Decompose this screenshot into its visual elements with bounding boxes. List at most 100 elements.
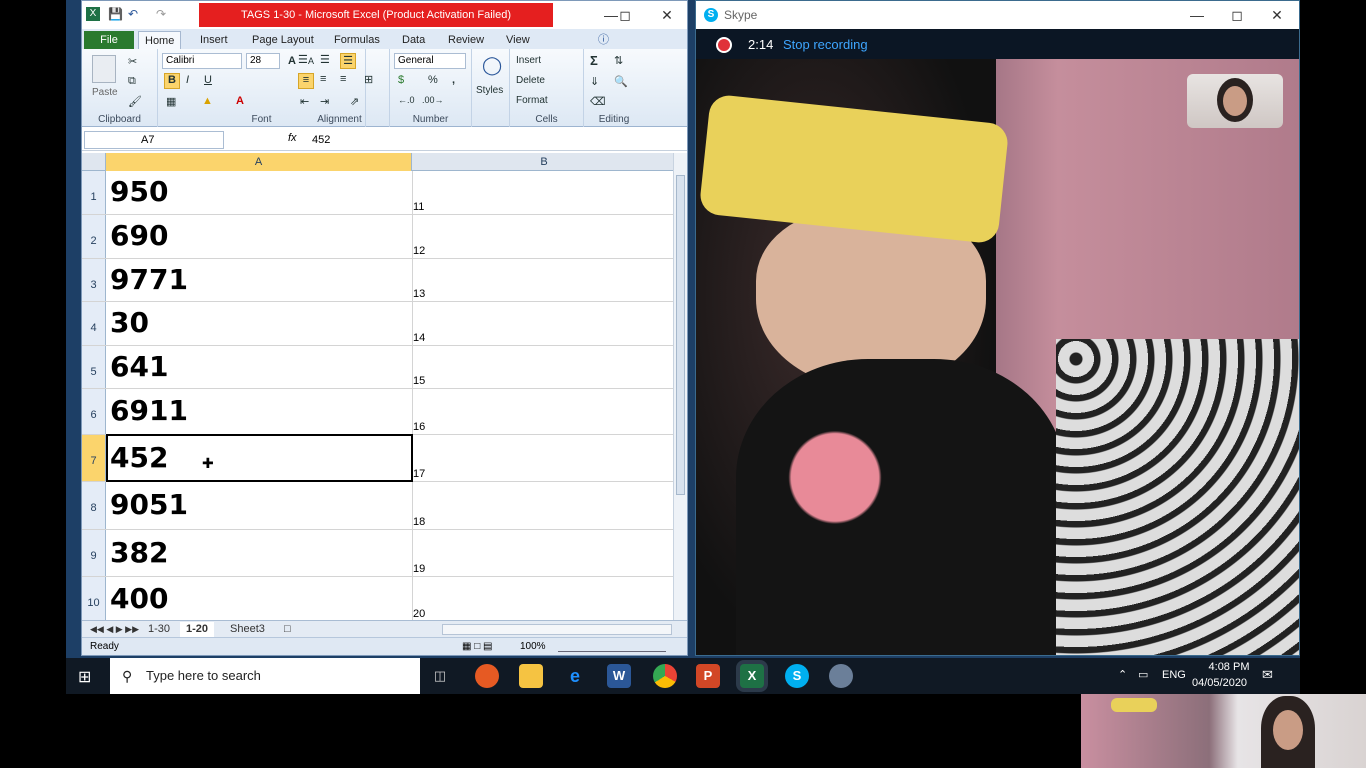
horizontal-scrollbar[interactable] [442,624,672,635]
zoom-level[interactable]: 100% [520,638,546,656]
tab-page-layout[interactable]: Page Layout [246,31,320,49]
align-left-icon[interactable]: ≡ [298,73,314,89]
tab-insert[interactable]: Insert [194,31,234,49]
row-header[interactable]: 7 [82,435,106,481]
firefox-icon[interactable] [475,664,499,688]
new-sheet-icon[interactable]: □ [278,622,297,637]
edge-icon[interactable]: e [563,664,587,688]
borders-icon[interactable]: ▦ [166,95,176,108]
fx-button[interactable]: fx [288,132,297,144]
word-icon[interactable]: W [607,664,631,688]
record-icon[interactable] [716,37,732,53]
tab-home[interactable]: Home [138,31,182,49]
sheet-nav-icon[interactable]: ◀◀ ◀ ▶ ▶▶ [84,622,145,637]
skype-close-icon[interactable]: ✕ [1262,5,1292,25]
comma-button[interactable]: , [452,74,455,86]
row-header[interactable]: 4 [82,302,106,345]
scrollbar-thumb[interactable] [676,175,685,495]
sheet-tab-sheet3[interactable]: Sheet3 [224,622,271,637]
fill-color-icon[interactable]: ▲ [202,95,213,107]
row-header[interactable]: 10 [82,577,106,620]
select-all-corner[interactable] [82,153,106,171]
cell-b[interactable]: 17 [413,468,425,480]
excel-icon[interactable]: X [740,664,764,688]
tab-data[interactable]: Data [396,31,431,49]
cell-a[interactable]: 30 [110,306,149,339]
file-explorer-icon[interactable] [519,664,543,688]
cell-a[interactable]: 9051 [110,488,188,521]
row-header[interactable]: 6 [82,389,106,434]
battery-icon[interactable]: ▭ [1138,668,1148,681]
decrease-indent-icon[interactable]: ⇤ [300,95,309,108]
row-header[interactable]: 5 [82,346,106,388]
sheet-tab-1-20[interactable]: 1-20 [180,622,215,637]
increase-indent-icon[interactable]: ⇥ [320,95,329,108]
tab-view[interactable]: View [500,31,536,49]
redo-icon[interactable]: ↷ [156,7,166,21]
cell-b[interactable]: 19 [413,563,425,575]
fill-icon[interactable]: ⇓ [590,75,599,88]
orientation-icon[interactable]: ⇗ [350,95,359,108]
find-select-icon[interactable]: 🔍 [614,75,628,88]
skype-maximize-icon[interactable]: ◻ [1222,5,1252,25]
notifications-icon[interactable]: ✉ [1262,667,1273,683]
powerpoint-icon[interactable]: P [696,664,720,688]
clock-time[interactable]: 4:08 PM [1204,661,1254,673]
font-name-select[interactable]: Calibri [162,53,242,69]
percent-button[interactable]: % [428,74,438,86]
row-header[interactable]: 1 [82,171,106,214]
cell-a[interactable]: 690 [110,219,168,252]
tab-review[interactable]: Review [442,31,490,49]
styles-icon[interactable]: ◯ [482,55,502,76]
font-size-select[interactable]: 28 [246,53,280,69]
show-hidden-icons-icon[interactable]: ⌃ [1118,668,1127,681]
row-header[interactable]: 9 [82,530,106,576]
cell-b[interactable]: 13 [413,288,425,300]
number-format-select[interactable]: General [394,53,466,69]
clock-date[interactable]: 04/05/2020 [1192,677,1247,689]
row-header[interactable]: 3 [82,259,106,301]
align-right-icon[interactable]: ≡ [340,73,346,85]
row-header[interactable]: 2 [82,215,106,258]
formula-input[interactable]: 452 [308,131,678,149]
language-indicator[interactable]: ENG [1162,669,1186,681]
maximize-icon[interactable]: ◻ [610,5,640,25]
clear-icon[interactable]: ⌫ [590,95,606,108]
cut-icon[interactable]: ✂ [128,55,137,68]
cell-a[interactable]: 400 [110,582,168,615]
help-icon[interactable]: ⓘ [592,31,615,49]
bold-button[interactable]: B [164,73,180,89]
align-bottom-icon[interactable]: ☰ [340,53,356,69]
taskbar-search[interactable]: ⚲ Type here to search [110,658,420,694]
decrease-decimal-icon[interactable]: .00→ [422,95,444,105]
vertical-scrollbar[interactable] [673,153,687,620]
chrome-icon[interactable] [653,664,677,688]
stop-recording-link[interactable]: Stop recording [783,37,868,52]
paint-icon[interactable] [829,664,853,688]
cell-b[interactable]: 16 [413,421,425,433]
currency-button[interactable]: $ [398,74,404,86]
align-top-icon[interactable]: ☰ [298,53,308,66]
cell-b[interactable]: 12 [413,245,425,257]
format-painter-icon[interactable]: 🖌 [128,95,142,108]
insert-cells-button[interactable]: Insert [516,55,541,66]
undo-icon[interactable]: ↶ [128,7,138,21]
cell-a[interactable]: 382 [110,536,168,569]
cell-a[interactable]: 641 [110,350,168,383]
zoom-slider[interactable] [558,642,666,652]
align-center-icon[interactable]: ≡ [320,73,326,85]
autosum-button[interactable]: Σ [590,53,598,68]
save-icon[interactable]: 💾 [108,7,123,21]
row-header[interactable]: 8 [82,482,106,529]
cell-b[interactable]: 15 [413,375,425,387]
merge-icon[interactable]: ⊞ [364,73,373,86]
copy-icon[interactable]: ⧉ [128,75,136,88]
increase-decimal-icon[interactable]: ←.0 [398,95,415,105]
delete-cells-button[interactable]: Delete [516,75,545,86]
cell-b[interactable]: 18 [413,516,425,528]
italic-button[interactable]: I [186,74,189,86]
cell-a[interactable]: 950 [110,175,168,208]
cell-a[interactable]: 6911 [110,394,188,427]
name-box[interactable]: A7 [84,131,224,149]
underline-button[interactable]: U [204,74,212,86]
